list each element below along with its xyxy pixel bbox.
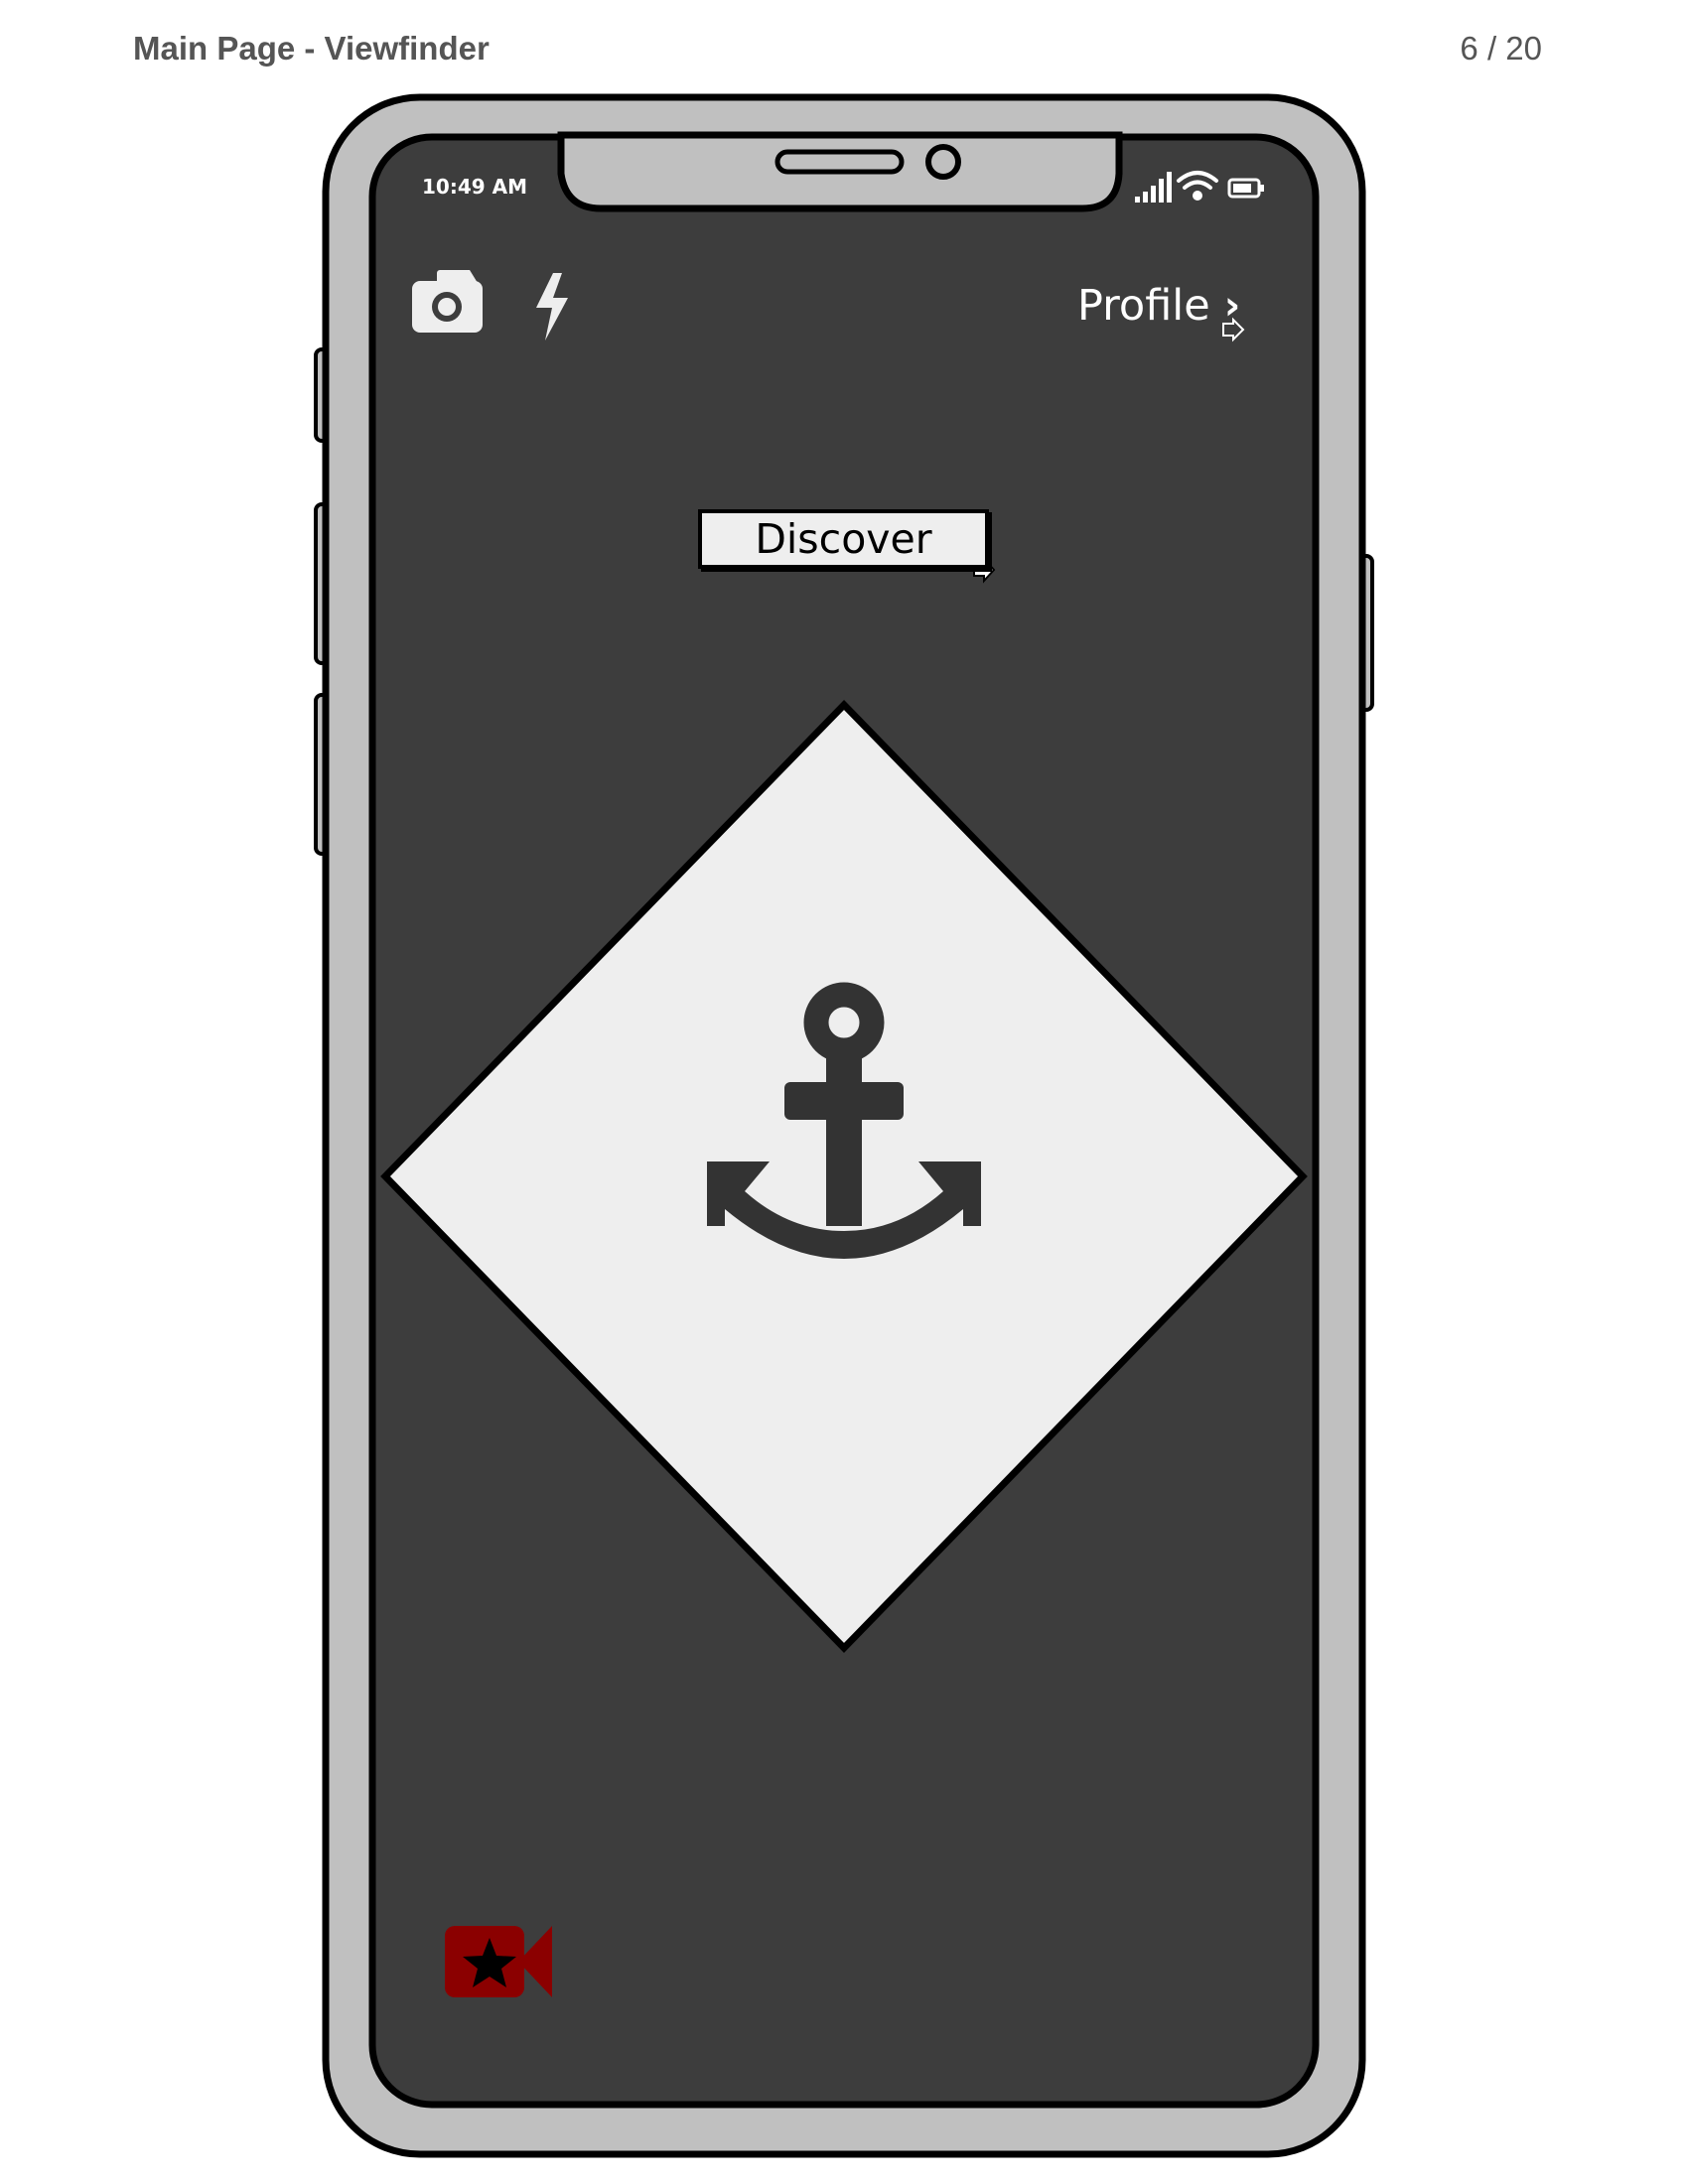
flash-button[interactable] xyxy=(528,266,576,345)
camera-button[interactable] xyxy=(407,263,489,339)
discover-button[interactable]: Discover xyxy=(698,509,989,569)
phone-frame xyxy=(314,93,1374,2158)
record-video-button[interactable] xyxy=(437,1916,560,2007)
profile-link-label: Profile xyxy=(1077,281,1210,331)
profile-link[interactable]: Profile › xyxy=(1077,281,1240,331)
speaker-grille xyxy=(774,149,905,175)
chevron-right-icon: › xyxy=(1223,283,1241,329)
status-time: 10:49 AM xyxy=(422,175,528,199)
phone-mockup: 10:49 AM Profile › Discover xyxy=(0,0,1688,2184)
front-camera xyxy=(925,144,961,180)
